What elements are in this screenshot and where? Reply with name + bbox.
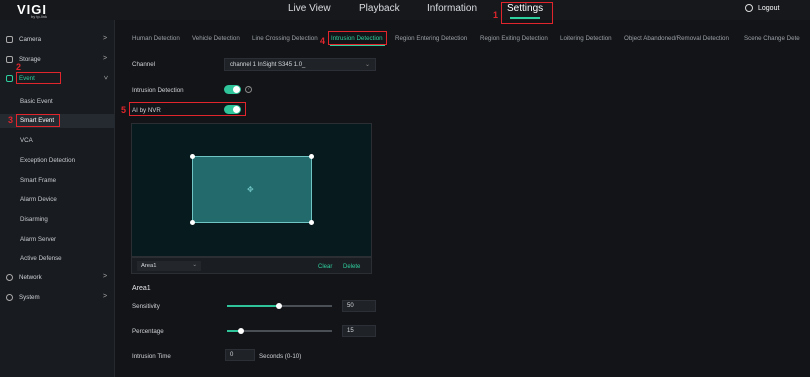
- annotation-number: 1: [493, 10, 499, 20]
- chevron-right-icon: >: [103, 293, 108, 300]
- percentage-input[interactable]: 15: [342, 325, 376, 337]
- annotation-box-event: [16, 72, 61, 84]
- percentage-slider-thumb[interactable]: [238, 328, 244, 334]
- region-handle-bottom-left[interactable]: [190, 220, 195, 225]
- region-handle-top-left[interactable]: [190, 154, 195, 159]
- annotation-number: 2: [16, 62, 22, 72]
- sidebar-item-system[interactable]: System >: [0, 291, 115, 305]
- clear-button[interactable]: Clear: [318, 264, 332, 270]
- chevron-right-icon: >: [103, 35, 108, 42]
- tab-active-indicator: [330, 45, 385, 46]
- area-select[interactable]: Area1 ⌄: [137, 261, 201, 271]
- tab-region-exiting-detection[interactable]: Region Exiting Detection: [480, 35, 548, 42]
- network-icon: [6, 274, 13, 281]
- tab-scene-change-detection[interactable]: Scene Change Dete: [744, 35, 800, 42]
- chevron-down-icon: >: [101, 75, 109, 80]
- move-crosshair-icon: ✥: [247, 185, 254, 194]
- chevron-right-icon: >: [103, 273, 108, 280]
- intrusion-detection-toggle[interactable]: [224, 85, 241, 94]
- sidebar-sub-smart-frame[interactable]: Smart Frame: [20, 177, 56, 184]
- annotation-box-intrusion-tab: [328, 31, 387, 45]
- chevron-right-icon: >: [103, 55, 108, 62]
- sidebar-sub-active-defense[interactable]: Active Defense: [20, 255, 62, 262]
- region-handle-top-right[interactable]: [309, 154, 314, 159]
- tab-region-entering-detection[interactable]: Region Entering Detection: [395, 35, 467, 42]
- sidebar-sub-alarm-server[interactable]: Alarm Server: [20, 236, 56, 243]
- sidebar-item-label: System: [19, 294, 40, 301]
- nav-information[interactable]: Information: [427, 3, 477, 14]
- annotation-number: 5: [121, 105, 127, 115]
- channel-label: Channel: [132, 61, 156, 68]
- help-icon[interactable]: ?: [245, 86, 252, 93]
- logout-button[interactable]: Logout: [758, 5, 779, 12]
- tab-line-crossing-detection[interactable]: Line Crossing Detection: [252, 35, 318, 42]
- sidebar-item-label: Camera: [19, 36, 42, 43]
- channel-select-value: channel 1 InSight S345 1.0_: [230, 62, 306, 68]
- sidebar-sub-exception-detection[interactable]: Exception Detection: [20, 157, 75, 164]
- sensitivity-label: Sensitivity: [132, 303, 160, 310]
- sidebar-sub-alarm-device[interactable]: Alarm Device: [20, 196, 57, 203]
- tab-vehicle-detection[interactable]: Vehicle Detection: [192, 35, 240, 42]
- sensitivity-input[interactable]: 50: [342, 300, 376, 312]
- chevron-down-icon: ⌄: [364, 62, 370, 68]
- percentage-label: Percentage: [132, 328, 164, 335]
- system-icon: [6, 294, 13, 301]
- sidebar-item-camera[interactable]: Camera >: [0, 33, 115, 47]
- nav-live-view[interactable]: Live View: [288, 3, 331, 14]
- tab-loitering-detection[interactable]: Loitering Detection: [560, 35, 612, 42]
- annotation-number: 4: [320, 36, 326, 46]
- brand-subtitle: by tp-link: [31, 14, 48, 19]
- tab-object-abandoned-removal-detection[interactable]: Object Abandoned/Removal Detection: [624, 35, 729, 42]
- annotation-number: 3: [8, 115, 14, 125]
- sidebar-sub-vca[interactable]: VCA: [20, 137, 33, 144]
- delete-button[interactable]: Delete: [343, 264, 360, 270]
- sidebar-item-network[interactable]: Network >: [0, 271, 115, 285]
- nav-playback[interactable]: Playback: [359, 3, 400, 14]
- sensitivity-slider-thumb[interactable]: [276, 303, 282, 309]
- area-select-value: Area1: [141, 263, 157, 269]
- storage-icon: [6, 56, 13, 63]
- area-heading: Area1: [132, 285, 151, 292]
- chevron-down-icon: ⌄: [192, 262, 197, 268]
- sidebar-sub-disarming[interactable]: Disarming: [20, 216, 48, 223]
- annotation-box-settings: [501, 2, 553, 24]
- sidebar-sub-basic-event[interactable]: Basic Event: [20, 98, 53, 105]
- sidebar-item-label: Storage: [19, 56, 41, 63]
- camera-icon: [6, 36, 13, 43]
- sensitivity-slider-fill: [227, 305, 279, 307]
- channel-select[interactable]: channel 1 InSight S345 1.0_ ⌄: [224, 58, 376, 71]
- sidebar-item-label: Network: [19, 274, 42, 281]
- intrusion-time-unit: Seconds (0-10): [259, 353, 302, 360]
- intrusion-time-label: Intrusion Time: [132, 353, 171, 360]
- top-bar: VIGI by tp-link Live View Playback Infor…: [0, 0, 810, 20]
- tab-human-detection[interactable]: Human Detection: [132, 35, 180, 42]
- toggle-knob: [233, 86, 240, 93]
- intrusion-time-input[interactable]: 0: [225, 349, 255, 361]
- intrusion-detection-label: Intrusion Detection: [132, 87, 184, 94]
- logout-icon: [745, 4, 753, 12]
- region-handle-bottom-right[interactable]: [309, 220, 314, 225]
- annotation-box-ai-by-nvr: [129, 102, 246, 116]
- annotation-box-smart-event: [16, 114, 60, 127]
- event-icon: [6, 75, 13, 82]
